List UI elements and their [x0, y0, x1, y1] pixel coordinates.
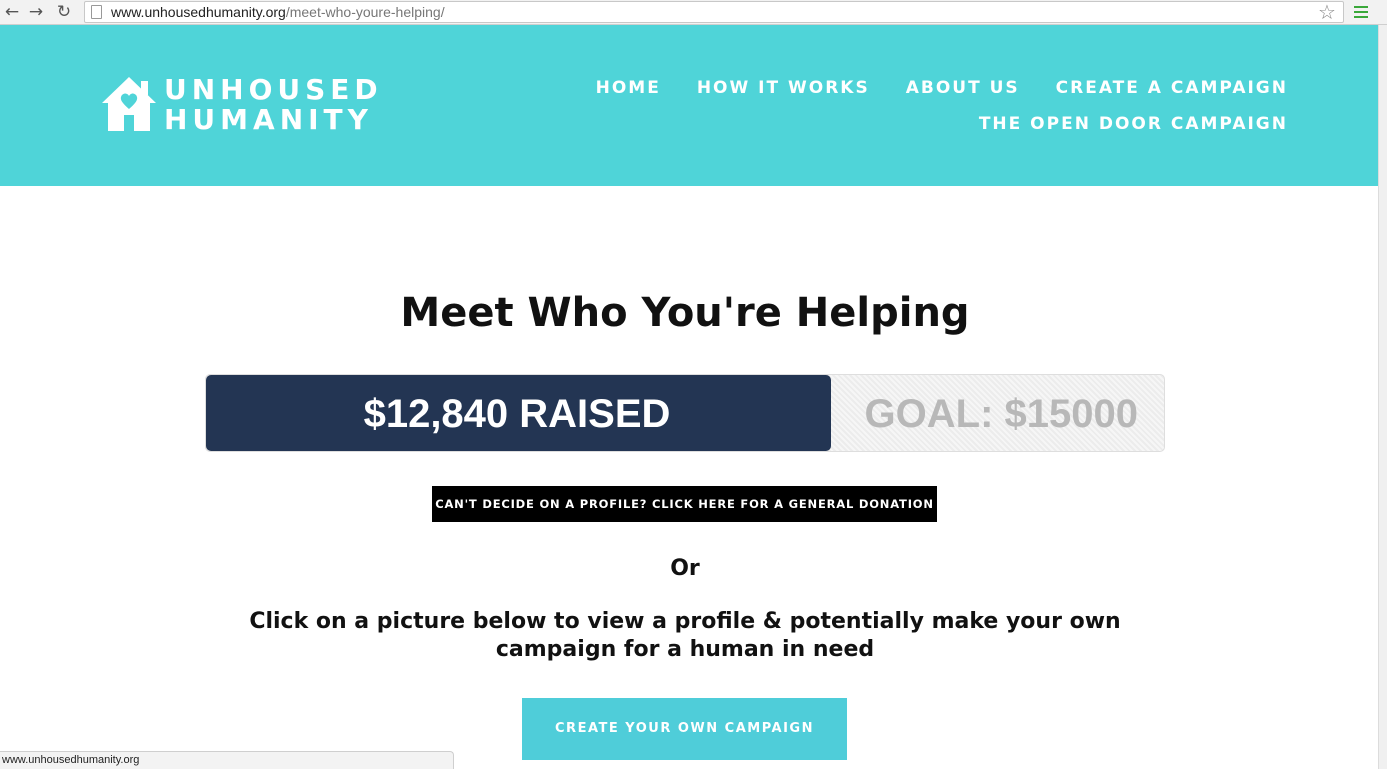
- raised-amount: $12,840 RAISED: [363, 392, 671, 436]
- nav-row-2: THE OPEN DOOR CAMPAIGN: [588, 114, 1288, 134]
- house-heart-icon: [102, 77, 156, 131]
- page-title: Meet Who You're Helping: [400, 290, 970, 336]
- reload-icon[interactable]: ↻: [54, 2, 74, 22]
- url-path: /meet-who-youre-helping/: [285, 4, 445, 20]
- instructions-text: Click on a picture below to view a profi…: [249, 609, 1121, 662]
- back-icon[interactable]: ←: [2, 2, 22, 22]
- nav-create-a-campaign[interactable]: CREATE A CAMPAIGN: [1056, 78, 1288, 98]
- page-scrollbar[interactable]: [1378, 25, 1387, 769]
- logo-wordmark: UNHOUSED HUMANITY: [164, 75, 383, 135]
- general-donation-button[interactable]: CAN'T DECIDE ON A PROFILE? CLICK HERE FO…: [432, 486, 937, 522]
- url-domain: www.unhousedhumanity.org: [111, 4, 286, 20]
- page-icon: [91, 5, 102, 19]
- status-bar-url: www.unhousedhumanity.org: [0, 751, 454, 769]
- nav-about-us[interactable]: ABOUT US: [906, 78, 1020, 98]
- address-bar[interactable]: www.unhousedhumanity.org/meet-who-youre-…: [84, 1, 1344, 23]
- forward-icon[interactable]: →: [26, 2, 46, 22]
- browser-menu-icon[interactable]: [1354, 6, 1368, 18]
- nav-row-1: HOME HOW IT WORKS ABOUT US CREATE A CAMP…: [588, 78, 1288, 98]
- fundraising-progress-bar: $12,840 RAISED GOAL: $15000: [205, 374, 1165, 452]
- bookmark-star-icon[interactable]: ☆: [1318, 0, 1336, 24]
- browser-toolbar: ← → ↻ www.unhousedhumanity.org/meet-who-…: [0, 0, 1387, 25]
- goal-amount: GOAL: $15000: [864, 392, 1138, 436]
- nav-home[interactable]: HOME: [596, 78, 661, 98]
- main-nav: HOME HOW IT WORKS ABOUT US CREATE A CAMP…: [588, 78, 1288, 134]
- create-campaign-button[interactable]: CREATE YOUR OWN CAMPAIGN: [522, 698, 847, 760]
- or-separator: Or: [670, 556, 700, 581]
- logo-line-1: UNHOUSED: [164, 73, 383, 106]
- nav-open-door-campaign[interactable]: THE OPEN DOOR CAMPAIGN: [979, 114, 1288, 134]
- logo-line-2: HUMANITY: [164, 103, 373, 136]
- nav-how-it-works[interactable]: HOW IT WORKS: [697, 78, 870, 98]
- site-header: UNHOUSED HUMANITY HOME HOW IT WORKS ABOU…: [0, 25, 1378, 186]
- url-text: www.unhousedhumanity.org/meet-who-youre-…: [111, 4, 445, 20]
- site-logo[interactable]: UNHOUSED HUMANITY: [100, 75, 378, 135]
